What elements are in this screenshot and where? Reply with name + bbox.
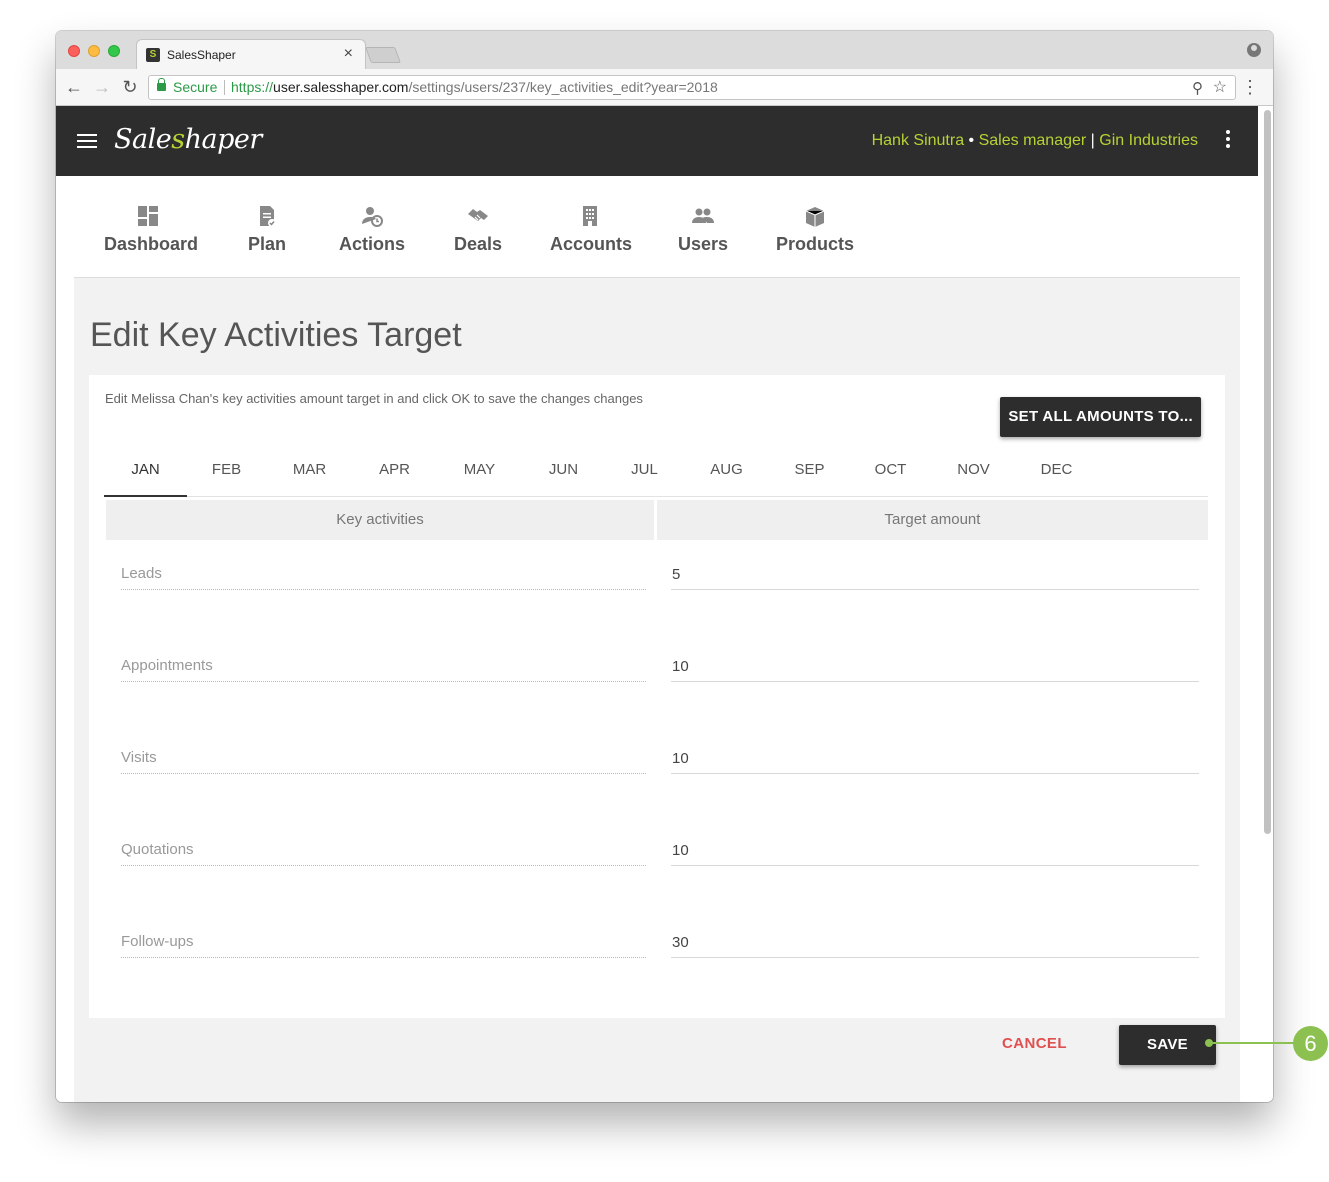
close-window-button[interactable]	[68, 45, 80, 57]
page-viewport: Saleshaper Hank Sinutra • Sales manager …	[56, 106, 1273, 1102]
nav-label: Dashboard	[104, 234, 199, 254]
url-text: https://user.salesshaper.com/settings/us…	[231, 79, 718, 95]
tab-feb[interactable]: FEB	[185, 449, 268, 497]
page-scrollbar[interactable]	[1263, 110, 1271, 1100]
nav-item-actions[interactable]: Actions	[339, 204, 405, 255]
more-options-icon[interactable]	[1226, 130, 1230, 150]
tab-close-icon[interactable]: ×	[344, 45, 353, 63]
target-input-visits[interactable]	[671, 748, 1199, 774]
reload-icon[interactable]: ↻	[120, 77, 140, 98]
nav-item-dashboard[interactable]: Dashboard	[104, 204, 199, 255]
user-role: Sales manager	[978, 132, 1087, 149]
tab-jun[interactable]: JUN	[522, 449, 605, 497]
zoom-icon[interactable]: ⚲	[1192, 77, 1203, 100]
set-all-amounts-button[interactable]: SET ALL AMOUNTS TO...	[1000, 397, 1201, 437]
tab-aug[interactable]: AUG	[685, 449, 768, 497]
nav-item-deals[interactable]: Deals	[453, 204, 503, 255]
hamburger-menu-icon[interactable]	[77, 134, 97, 148]
target-input-follow-ups[interactable]	[671, 932, 1199, 958]
target-input-leads[interactable]	[671, 564, 1199, 590]
address-bar: ← → ↻ Secure https://user.salesshaper.co…	[56, 69, 1273, 106]
activity-label-leads: Leads	[121, 564, 646, 590]
browser-menu-icon[interactable]: ⋮	[1241, 75, 1259, 99]
target-input-quotations[interactable]	[671, 840, 1199, 866]
column-header-activities: Key activities	[106, 500, 654, 540]
users-icon	[691, 204, 715, 228]
tab-title: SalesShaper	[167, 48, 236, 62]
back-icon[interactable]: ←	[64, 77, 84, 98]
tab-dec[interactable]: DEC	[1015, 449, 1098, 497]
nav-label: Accounts	[550, 234, 633, 254]
tab-mar[interactable]: MAR	[268, 449, 351, 497]
nav-item-plan[interactable]: Plan	[244, 204, 290, 255]
tab-apr[interactable]: APR	[353, 449, 436, 497]
profile-icon[interactable]	[1247, 43, 1261, 57]
callout-number-badge: 6	[1293, 1026, 1328, 1061]
scrollbar-thumb[interactable]	[1264, 110, 1271, 834]
company-name: Gin Industries	[1099, 132, 1198, 149]
activity-label-quotations: Quotations	[121, 840, 646, 866]
tab-jul[interactable]: JUL	[603, 449, 686, 497]
favicon-icon: S	[146, 48, 160, 62]
nav-item-accounts[interactable]: Accounts	[550, 204, 633, 255]
save-button[interactable]: SAVE	[1119, 1025, 1216, 1065]
url-divider	[224, 80, 225, 95]
main-content: Edit Key Activities Target Edit Melissa …	[74, 278, 1240, 1102]
forward-icon[interactable]: →	[92, 77, 112, 98]
plan-icon	[255, 204, 279, 228]
browser-tab[interactable]: S SalesShaper ×	[136, 39, 366, 69]
cancel-button[interactable]: CANCEL	[1002, 1035, 1067, 1052]
new-tab-button[interactable]	[365, 47, 401, 63]
main-nav: Dashboard Plan Actions Deals Accounts Us…	[74, 176, 1240, 278]
tab-oct[interactable]: OCT	[849, 449, 932, 497]
actions-icon	[360, 204, 384, 228]
app-header: Saleshaper Hank Sinutra • Sales manager …	[56, 106, 1258, 176]
nav-label: Actions	[339, 234, 406, 254]
lock-icon	[157, 78, 166, 91]
column-header-target: Target amount	[657, 500, 1208, 540]
nav-label: Users	[678, 234, 729, 254]
products-icon	[803, 204, 827, 228]
nav-item-users[interactable]: Users	[678, 204, 728, 255]
dashboard-icon	[136, 204, 160, 228]
activity-label-visits: Visits	[121, 748, 646, 774]
deals-icon	[466, 204, 490, 228]
target-input-appointments[interactable]	[671, 656, 1199, 682]
bookmark-star-icon[interactable]: ☆	[1213, 76, 1227, 99]
tab-sep[interactable]: SEP	[768, 449, 851, 497]
user-name: Hank Sinutra	[871, 132, 965, 149]
nav-label: Deals	[453, 234, 503, 254]
nav-label: Products	[776, 234, 855, 254]
salesshaper-logo[interactable]: Saleshaper	[114, 124, 262, 155]
tab-jan[interactable]: JAN	[104, 449, 187, 497]
tab-strip: S SalesShaper ×	[56, 31, 1273, 69]
nav-label: Plan	[247, 234, 286, 254]
nav-item-products[interactable]: Products	[776, 204, 854, 255]
secure-label: Secure	[173, 79, 218, 95]
targets-card: Edit Melissa Chan's key activities amoun…	[89, 375, 1225, 1018]
browser-window: S SalesShaper × ← → ↻ Secure https://use…	[56, 31, 1273, 1102]
tab-may[interactable]: MAY	[438, 449, 521, 497]
table-header: Key activities Target amount	[106, 500, 1208, 540]
callout-line	[1212, 1042, 1294, 1044]
month-tabs: JAN FEB MAR APR MAY JUN JUL AUG SEP OCT …	[104, 449, 1208, 497]
activity-label-appointments: Appointments	[121, 656, 646, 682]
accounts-icon	[578, 204, 602, 228]
tab-nov[interactable]: NOV	[932, 449, 1015, 497]
url-field[interactable]: Secure https://user.salesshaper.com/sett…	[148, 75, 1236, 100]
maximize-window-button[interactable]	[108, 45, 120, 57]
card-description: Edit Melissa Chan's key activities amoun…	[105, 391, 643, 406]
user-info[interactable]: Hank Sinutra • Sales manager | Gin Indus…	[872, 132, 1198, 150]
activity-label-follow-ups: Follow-ups	[121, 932, 646, 958]
page-title: Edit Key Activities Target	[90, 316, 462, 354]
minimize-window-button[interactable]	[88, 45, 100, 57]
